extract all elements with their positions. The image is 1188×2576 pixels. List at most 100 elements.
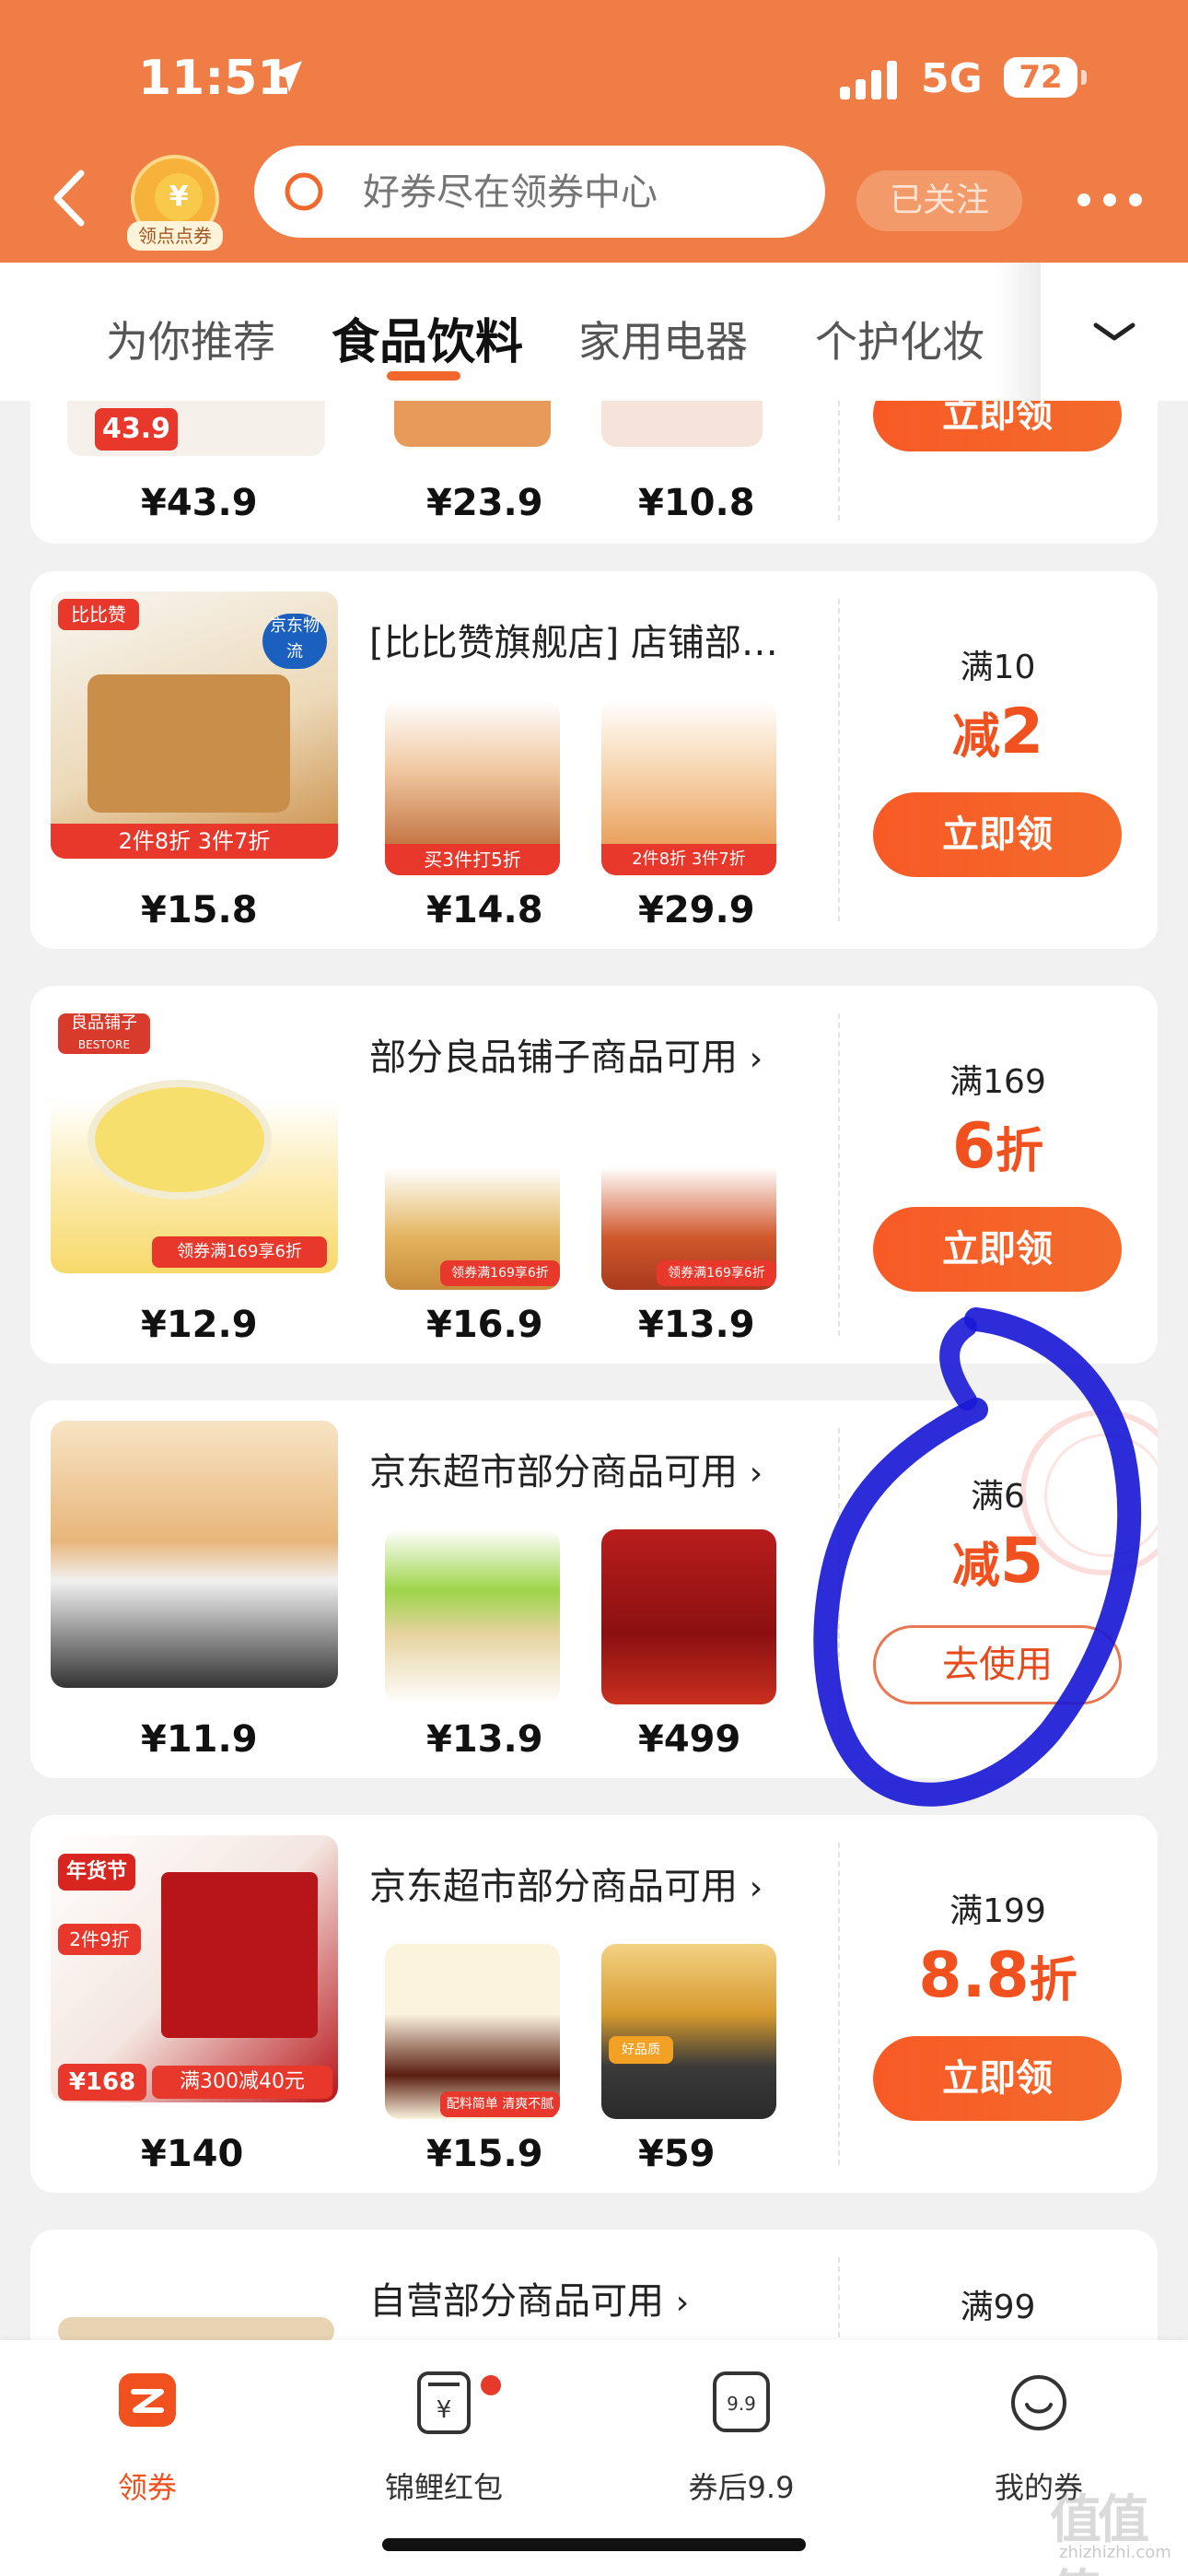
tab-personal-care[interactable]: 个护化妆 (815, 309, 984, 369)
product-price: ¥23.9 (426, 482, 543, 524)
coupon-card[interactable]: 43.9 ¥43.9 ¥23.9 ¥10.8 立即领 (30, 401, 1158, 544)
chevron-right-icon: › (749, 1869, 763, 1907)
nav-red-packet[interactable]: ¥ 锦鲤红包 (352, 2368, 536, 2505)
product-price: ¥43.9 (141, 482, 258, 524)
follow-button[interactable]: 已关注 (856, 170, 1022, 231)
store-title[interactable]: 京东超市部分商品可用 › (369, 1856, 763, 1910)
nav-coupons[interactable]: 领券 (55, 2368, 239, 2505)
battery-level: 72 (1004, 57, 1077, 98)
product-image: 领券满169享6折 (385, 1115, 560, 1290)
store-title[interactable]: 部分良品铺子商品可用 › (369, 1027, 763, 1081)
store-title[interactable]: [比比赞旗舰店] 店铺部… (369, 613, 778, 666)
product-image: 比比赞 京东物流 2件8折 3件7折 (51, 591, 338, 859)
product-image (385, 1529, 560, 1704)
location-arrow-icon (271, 61, 302, 92)
chevron-right-icon: › (749, 1040, 763, 1078)
coupon-card[interactable]: 比比赞 京东物流 2件8折 3件7折 [比比赞旗舰店] 店铺部… 买3件打5折 … (30, 571, 1158, 949)
price-tag: ¥168 (58, 2064, 146, 2101)
product-image (394, 401, 551, 447)
product-price: ¥15.9 (426, 2133, 543, 2175)
logistics-badge: 京东物流 (262, 614, 327, 669)
promo-banner: 领券满169享6折 (152, 1236, 327, 1268)
tab-food-drinks[interactable]: 食品饮料 (332, 303, 523, 372)
claim-button[interactable]: 立即领 (873, 2036, 1122, 2121)
store-title[interactable]: 自营部分商品可用 › (369, 2271, 689, 2324)
nav-my-coupons[interactable]: 我的券 (947, 2368, 1131, 2505)
hand-drawn-circle-annotation (813, 1307, 1142, 1807)
coupon-discount: 8.8折 (918, 1939, 1077, 2012)
back-arrow-icon[interactable] (46, 166, 92, 230)
product-price: ¥499 (638, 1718, 741, 1761)
promo-banner: 配料简单 清爽不腻 (440, 2091, 560, 2117)
promo-banner: 好品质 (609, 2036, 673, 2064)
coin-label: 领点点券 (127, 221, 223, 251)
promo-badge: 2件9折 (58, 1924, 141, 1955)
product-photo (87, 1080, 272, 1200)
svg-text:¥: ¥ (437, 2396, 452, 2424)
network-type: 5G (921, 55, 983, 102)
product-image: 43.9 (67, 401, 325, 456)
smile-icon (1011, 2375, 1066, 2430)
battery-tip (1081, 70, 1087, 85)
promo-banner: 2件8折 3件7折 (51, 824, 338, 859)
promo-banner: 2件8折 3件7折 (601, 844, 776, 875)
active-tab-indicator (387, 371, 460, 381)
product-image: 好品质 (601, 1944, 776, 2119)
search-bar[interactable] (254, 146, 825, 238)
category-tabs: 为你推荐 食品饮料 家用电器 个护化妆 (0, 263, 1188, 401)
product-image: 领券满169享6折 (601, 1115, 776, 1290)
red-packet-icon: ¥ (417, 2371, 471, 2434)
tab-recommend[interactable]: 为你推荐 (106, 309, 275, 369)
product-price: ¥10.8 (638, 482, 755, 524)
product-price: ¥29.9 (638, 889, 755, 931)
product-price: ¥11.9 (141, 1718, 258, 1761)
search-input[interactable] (363, 171, 805, 214)
product-image (51, 1421, 338, 1688)
brand-logo: 良品铺子 BESTORE (58, 1013, 150, 1054)
store-title[interactable]: 京东超市部分商品可用 › (369, 1442, 763, 1495)
product-image: 2件8折 3件7折 (601, 700, 776, 875)
product-image (601, 1529, 776, 1704)
promo-banner: 领券满169享6折 (657, 1260, 776, 1286)
coupon-threshold: 满199 (949, 1892, 1046, 1930)
coupon-icon (119, 2373, 176, 2427)
coin-badge-button[interactable]: ¥ 领点点券 (127, 155, 223, 251)
tab-fade (995, 263, 1041, 401)
promo-banner: 买3件打5折 (385, 844, 560, 875)
nav-price-after-coupon[interactable]: 9.9 券后9.9 (649, 2368, 833, 2505)
tab-home-appliances[interactable]: 家用电器 (578, 309, 748, 369)
product-price: ¥13.9 (638, 1304, 755, 1346)
product-price: ¥16.9 (426, 1304, 543, 1346)
card-divider (838, 401, 840, 521)
product-image: 年货节 2件9折 ¥168 满300减40元 (51, 1835, 338, 2102)
coupon-threshold: 满169 (949, 1063, 1046, 1101)
product-photo (161, 1872, 318, 2038)
product-image: 配料简单 清爽不腻 (385, 1944, 560, 2119)
product-price: ¥13.9 (426, 1718, 543, 1761)
claim-button[interactable]: 立即领 (873, 792, 1122, 877)
nav-label: 领券 (117, 2470, 177, 2505)
nav-label: 锦鲤红包 (384, 2470, 503, 2505)
coupon-card[interactable]: 年货节 2件9折 ¥168 满300减40元 京东超市部分商品可用 › 配料简单… (30, 1815, 1158, 2193)
claim-button[interactable]: 立即领 (873, 1207, 1122, 1292)
product-photo (87, 674, 290, 813)
notification-dot (481, 2375, 501, 2395)
claim-button[interactable]: 立即领 (873, 401, 1122, 451)
more-options-icon[interactable] (1077, 193, 1142, 212)
price-tag: 43.9 (95, 408, 178, 451)
coupon-threshold: 满10 (960, 649, 1036, 686)
product-price: ¥140 (141, 2133, 244, 2175)
festival-badge: 年货节 (58, 1854, 135, 1891)
svg-text:9.9: 9.9 (727, 2393, 756, 2415)
product-price: ¥15.8 (141, 889, 258, 931)
promo-banner: 领券满169享6折 (440, 1260, 560, 1286)
brand-logo: 比比赞 (58, 599, 139, 630)
product-price: ¥59 (638, 2133, 716, 2175)
price-tag-icon: 9.9 (713, 2371, 770, 2432)
home-indicator[interactable] (382, 2538, 806, 2551)
promo-banner: 满300减40元 (152, 2066, 332, 2099)
expand-tabs-button[interactable] (1041, 263, 1188, 401)
header-bar: 11:51 5G 72 ¥ 领点点券 已关注 (0, 0, 1188, 263)
search-icon (285, 172, 323, 211)
product-image: 买3件打5折 (385, 700, 560, 875)
